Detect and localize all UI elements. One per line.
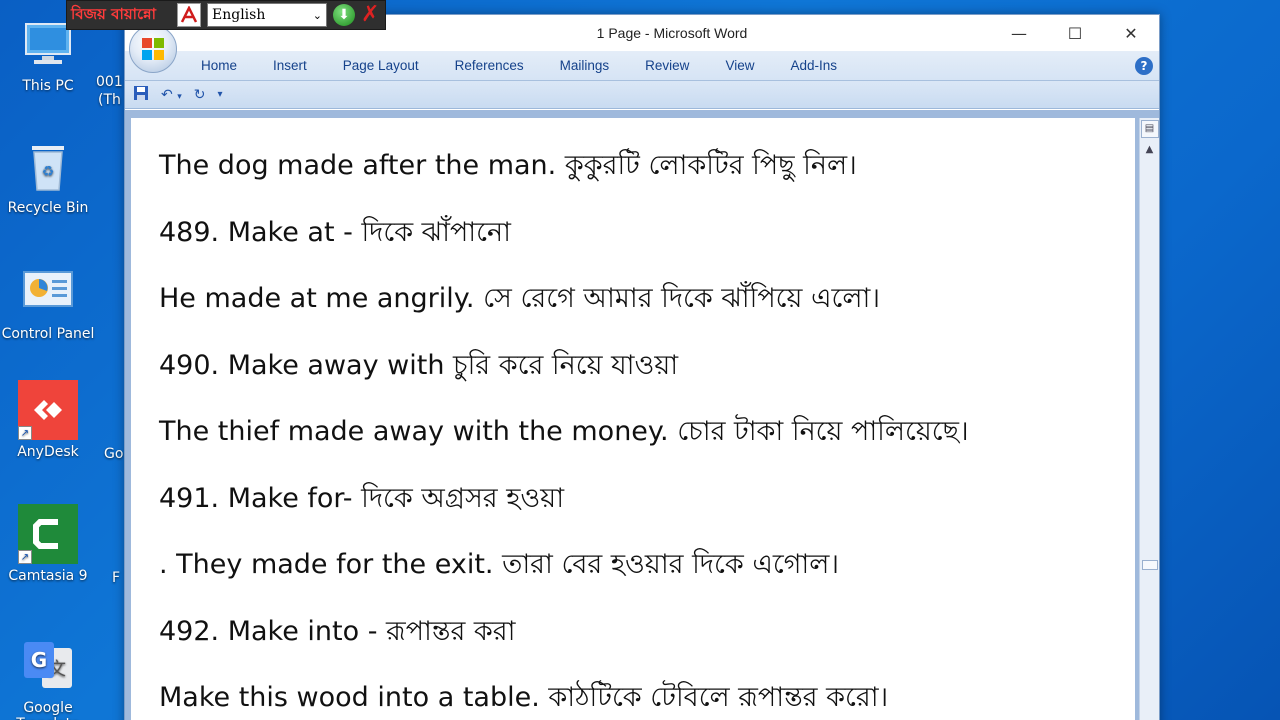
language-select-value: English [212, 7, 266, 23]
word-window: 1 Page - Microsoft Word — ☐ ✕ Home Inser… [124, 14, 1160, 720]
desktop-icon-label: Camtasia 9 [8, 568, 88, 584]
tab-review[interactable]: Review [627, 58, 707, 73]
partial-desktop-label: F [112, 570, 121, 586]
vertical-scrollbar[interactable]: ▤ ▲ [1139, 118, 1159, 720]
anydesk-icon: ↗ [18, 380, 78, 440]
document-line: Make this wood into a table. কাঠটিকে টেব… [159, 682, 889, 713]
quick-access-toolbar: ↶ ▾ ↻ ▾ [125, 81, 1159, 109]
maximize-button[interactable]: ☐ [1047, 15, 1103, 51]
keyboard-layout-icon[interactable] [177, 3, 201, 27]
bijoy-logo: বিজয় বায়ান্নো [71, 4, 156, 23]
redo-icon[interactable]: ↻ [194, 87, 206, 103]
tab-view[interactable]: View [707, 58, 772, 73]
chevron-down-icon: ⌄ [312, 8, 322, 22]
desktop-icon-recycle-bin[interactable]: ♻ Recycle Bin [0, 136, 96, 216]
shortcut-arrow-icon: ↗ [18, 550, 32, 564]
scroll-up-icon[interactable]: ▲ [1140, 144, 1159, 155]
close-button[interactable]: ✕ [1103, 15, 1159, 51]
tab-references[interactable]: References [437, 58, 542, 73]
tab-mailings[interactable]: Mailings [542, 58, 628, 73]
document-line: 491. Make for- দিকে অগ্রসর হওয়া [159, 482, 565, 514]
language-bar: বিজয় বায়ান্নো English ⌄ ⬇ ✗ [66, 0, 386, 30]
window-title: 1 Page - Microsoft Word [596, 25, 748, 41]
recycle-bin-icon: ♻ [18, 136, 78, 196]
desktop-icon-label: AnyDesk [17, 444, 79, 460]
help-icon[interactable]: ? [1135, 57, 1153, 75]
document-line: The thief made away with the money. চোর … [159, 416, 969, 447]
office-logo-icon [142, 38, 164, 60]
document-line: 489. Make at - দিকে ঝাঁপানো [159, 216, 511, 248]
scroll-thumb[interactable] [1142, 560, 1158, 570]
download-icon[interactable]: ⬇ [333, 4, 355, 26]
partial-desktop-label: 001 [96, 74, 123, 90]
desktop-icon-label: Recycle Bin [7, 200, 89, 216]
tab-home[interactable]: Home [183, 58, 255, 73]
document-area: The dog made after the man. কুকুরটি লোকট… [125, 110, 1159, 720]
language-select[interactable]: English ⌄ [207, 3, 327, 27]
office-button[interactable] [129, 25, 177, 73]
desktop-icon-label: This PC [22, 78, 74, 94]
document-line: 490. Make away with চুরি করে নিয়ে যাওয়… [159, 349, 679, 381]
ribbon-tabs: Home Insert Page Layout References Maili… [125, 51, 1159, 81]
document-line: He made at me angrily. সে রেগে আমার দিকে… [159, 283, 881, 314]
desktop-icon-label: Control Panel [1, 326, 95, 342]
tab-page-layout[interactable]: Page Layout [325, 58, 437, 73]
svg-text:♻: ♻ [42, 164, 55, 180]
desktop-icon-label: Google Translate [16, 700, 80, 720]
svg-text:G: G [31, 648, 47, 672]
ruler-toggle-icon[interactable]: ▤ [1140, 120, 1159, 138]
tab-add-ins[interactable]: Add-Ins [772, 58, 855, 73]
document-line: . They made for the exit. তারা বের হওয়া… [159, 549, 840, 580]
minimize-button[interactable]: — [991, 15, 1047, 51]
document-line: The dog made after the man. কুকুরটি লোকট… [159, 150, 857, 181]
save-icon[interactable] [133, 85, 149, 105]
document-page[interactable]: The dog made after the man. কুকুরটি লোকট… [131, 118, 1135, 720]
desktop-icon-control-panel[interactable]: Control Panel [0, 262, 96, 342]
document-text: The dog made after the man. কুকুরটি লোকট… [159, 146, 1115, 720]
control-panel-icon [18, 262, 78, 322]
google-translate-icon: 文 G [18, 636, 78, 696]
tab-insert[interactable]: Insert [255, 58, 325, 73]
desktop-icon-camtasia[interactable]: ↗ Camtasia 9 [0, 504, 96, 584]
close-icon[interactable]: ✗ [361, 4, 379, 26]
partial-desktop-label: (Th [98, 92, 121, 108]
customize-qat-icon[interactable]: ▾ [217, 89, 222, 100]
desktop-icon-google-translate[interactable]: 文 G Google Translate [0, 636, 96, 720]
camtasia-icon: ↗ [18, 504, 78, 564]
partial-desktop-label: Go [104, 446, 124, 462]
undo-icon[interactable]: ↶ ▾ [161, 87, 182, 103]
desktop-icon-anydesk[interactable]: ↗ AnyDesk [0, 380, 96, 460]
document-line: 492. Make into - রূপান্তর করা [159, 615, 516, 647]
shortcut-arrow-icon: ↗ [18, 426, 32, 440]
